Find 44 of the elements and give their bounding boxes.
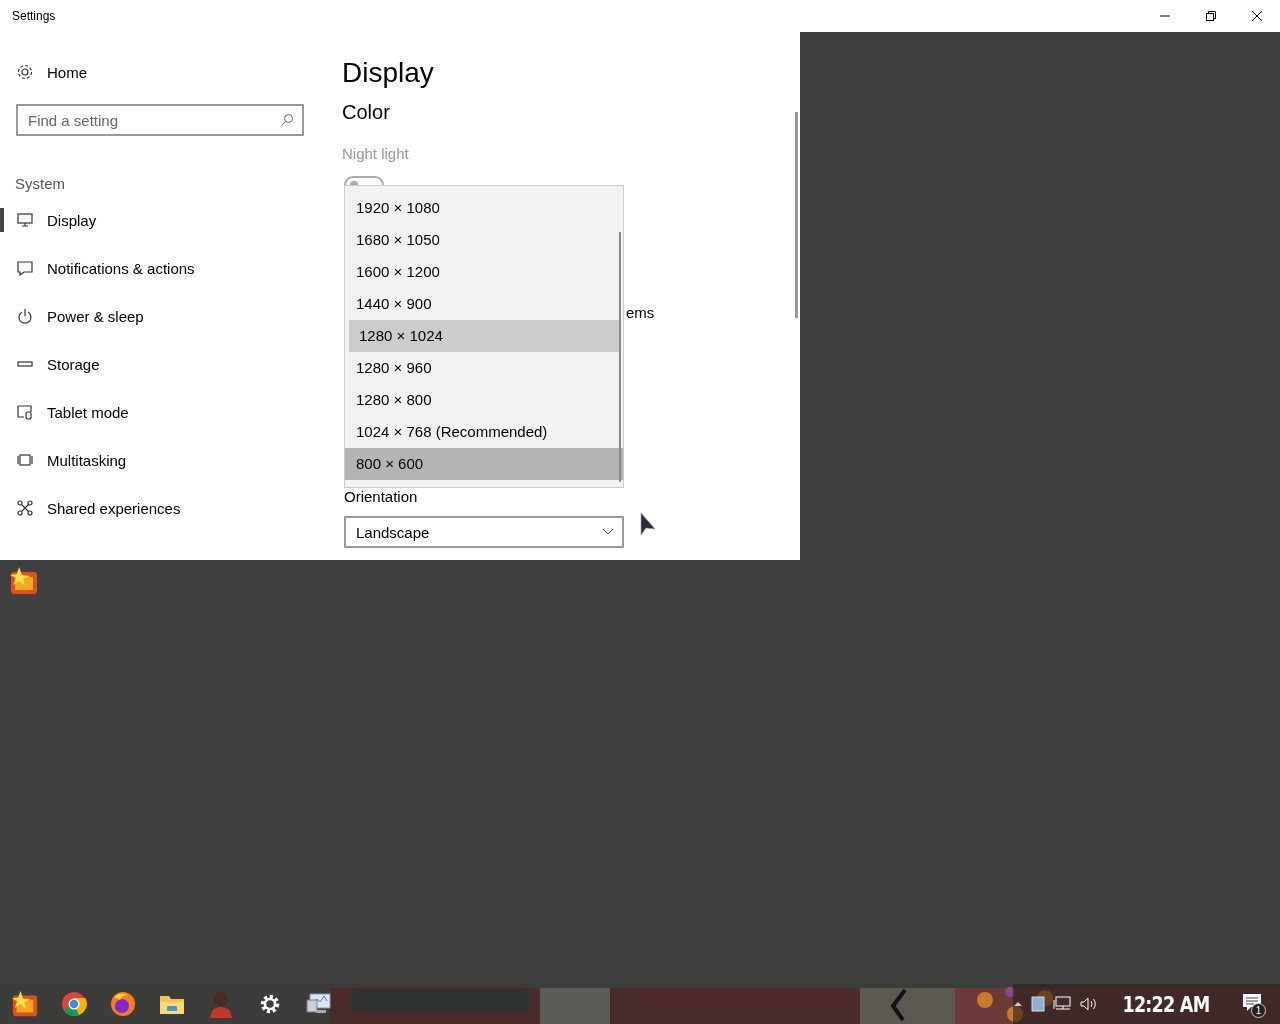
sidebar-item[interactable]: Power & sleep [0,292,320,340]
dropdown-option[interactable]: 1280 × 1024 [349,320,619,352]
restore-icon [1205,10,1217,22]
dropdown-option[interactable]: 1280 × 800 [345,384,623,416]
home-link[interactable]: Home [0,56,93,88]
dropdown-option[interactable]: 1280 × 960 [345,352,623,384]
window-title: Settings [11,9,56,23]
window-icon [16,451,34,469]
dropdown-option[interactable]: 800 × 600 [345,448,623,480]
power-icon [16,307,34,325]
scrollbar[interactable] [619,232,621,482]
dropdown-option[interactable]: 1440 × 900 [345,288,623,320]
setting-label: Night light [342,144,410,164]
cursor-icon [640,512,658,538]
network-nodes-icon [16,499,34,517]
dropdown-option[interactable]: 1680 × 1050 [345,224,623,256]
chevron-icon [602,528,614,536]
setting-label: Orientation [344,487,419,507]
sidebar-item[interactable]: Storage [0,340,320,388]
app-icon[interactable] [9,566,39,596]
sidebar-item[interactable]: Tablet mode [0,388,320,436]
clock[interactable]: 12:22 AM [1119,991,1218,1017]
sidebar-item[interactable]: Shared experiences [0,484,320,532]
notifications-button[interactable]: 1 [1238,990,1266,1018]
setting-text: ems [626,303,656,323]
tablet-icon [16,403,34,421]
search-icon [280,113,294,127]
section-heading: Color [342,100,391,125]
dropdown-option[interactable]: 1600 × 1200 [345,256,623,288]
sidebar-item[interactable]: Notifications & actions [0,244,320,292]
close-icon [1251,10,1263,22]
scrollbar[interactable] [795,112,798,318]
section-heading: System [15,174,66,194]
dropdown-option[interactable]: 1920 × 1080 [345,192,623,224]
monitor-icon [16,211,34,229]
sidebar-item[interactable]: Multitasking [0,436,320,484]
network-icon[interactable] [1053,996,1072,1012]
orientation-dropdown[interactable]: Landscape [344,516,624,548]
settings-icon [16,63,34,81]
page-title: Display [342,56,435,90]
search-field[interactable]: Find a setting [16,104,304,136]
tablet-icon[interactable] [1031,996,1046,1012]
speech-bubble-icon [16,259,34,277]
dropdown-option[interactable]: 1024 × 768 (Recommended) [345,416,623,448]
